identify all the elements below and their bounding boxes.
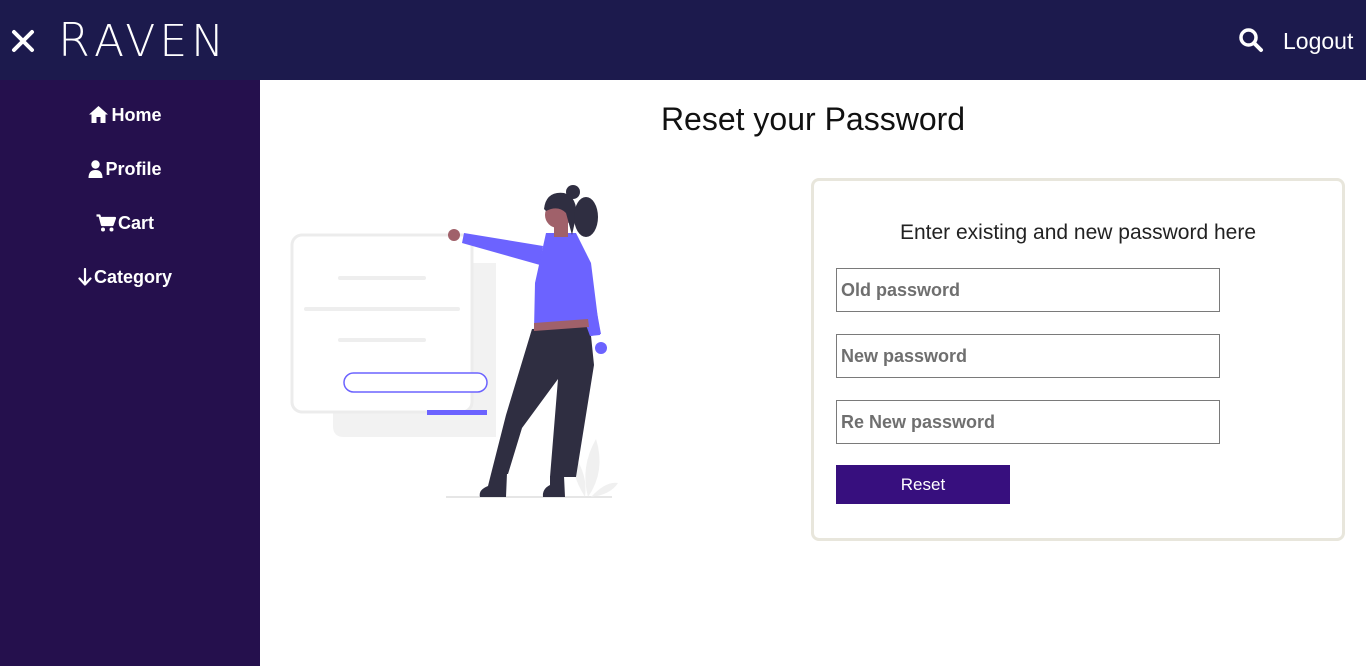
home-icon: [89, 106, 109, 123]
sidebar-item-cart[interactable]: Cart: [0, 211, 250, 235]
arrow-down-icon: [78, 267, 92, 286]
reset-password-form: Enter existing and new password here Res…: [811, 178, 1345, 541]
cart-icon: [96, 214, 117, 232]
user-icon: [88, 160, 103, 178]
sidebar-item-label: Home: [111, 105, 162, 125]
close-icon: [12, 30, 34, 52]
reset-button[interactable]: Reset: [836, 465, 1010, 504]
sidebar-item-label: Category: [93, 267, 173, 287]
sidebar-item-label: Profile: [105, 159, 162, 179]
page-title: Reset your Password: [660, 101, 966, 137]
search-button[interactable]: [1238, 27, 1264, 53]
new-password-input[interactable]: [836, 334, 1220, 378]
brand-logo[interactable]: RAVEN: [58, 12, 228, 70]
top-header: RAVEN Logout: [0, 0, 1366, 80]
sidebar-item-category[interactable]: Category: [0, 265, 250, 289]
forgot-password-illustration: [288, 183, 618, 503]
close-menu-button[interactable]: [9, 27, 37, 55]
sidebar-item-home[interactable]: Home: [0, 103, 250, 127]
logout-link[interactable]: Logout: [1283, 27, 1353, 55]
sidebar-item-profile[interactable]: Profile: [0, 157, 250, 181]
sidebar: Home Profile Cart Category: [0, 80, 260, 666]
search-icon: [1239, 28, 1263, 52]
form-heading: Enter existing and new password here: [899, 221, 1257, 244]
sidebar-item-label: Cart: [117, 213, 154, 233]
old-password-input[interactable]: [836, 268, 1220, 312]
confirm-new-password-input[interactable]: [836, 400, 1220, 444]
